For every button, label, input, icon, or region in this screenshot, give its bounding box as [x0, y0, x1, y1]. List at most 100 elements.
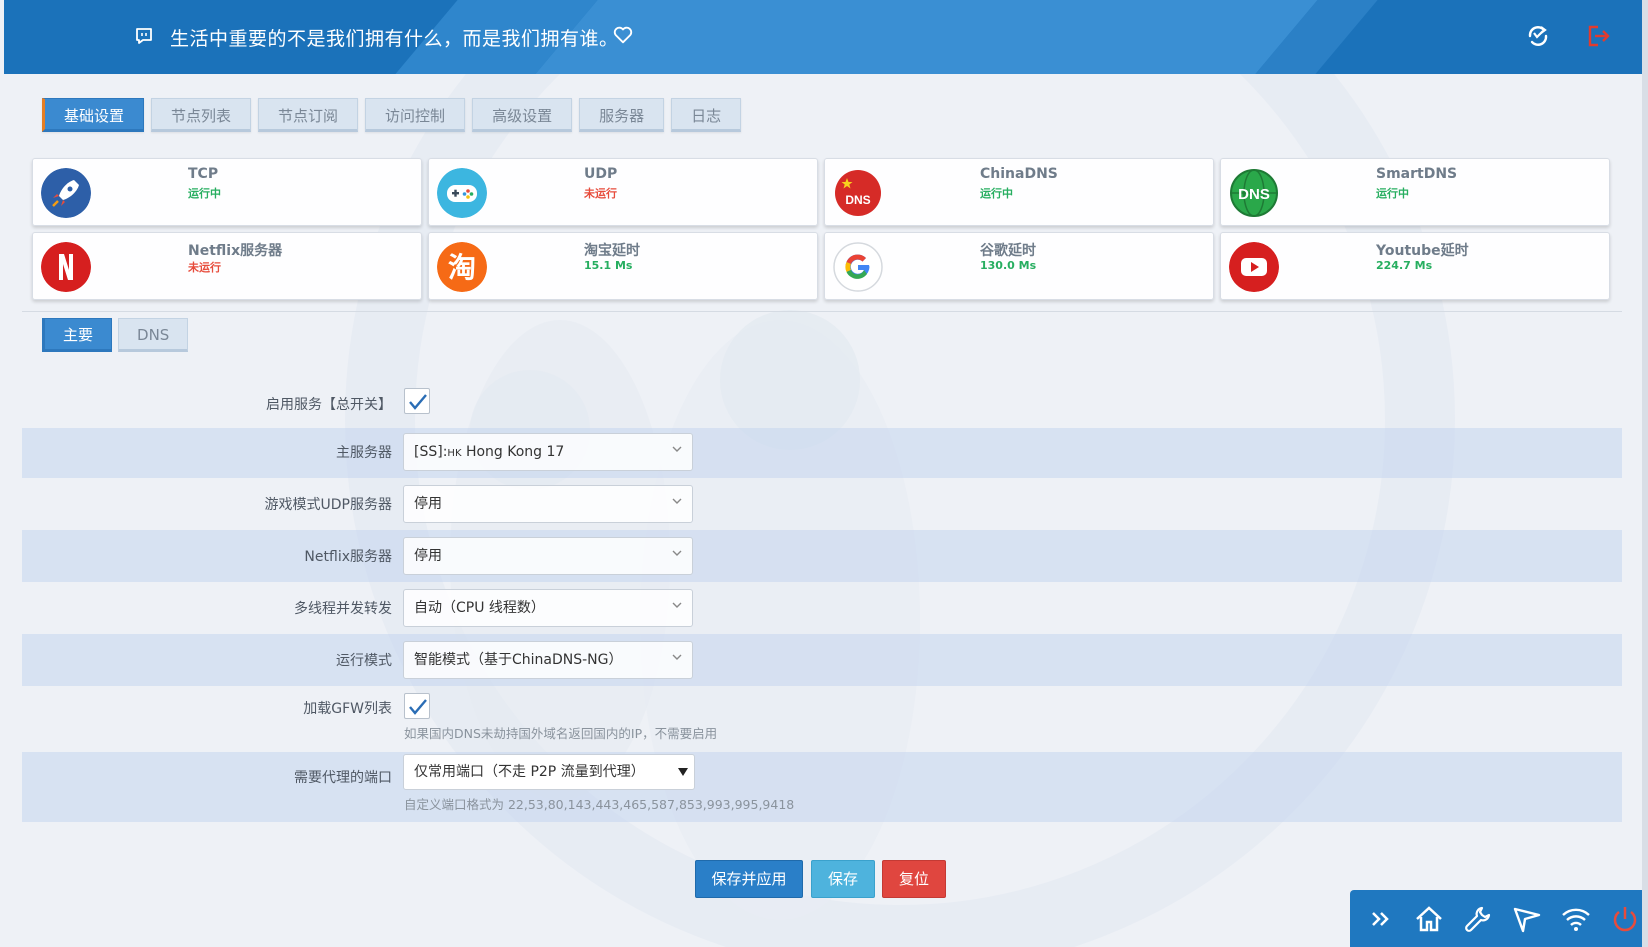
status-card-google: 谷歌延时 130.0 Ms — [824, 232, 1214, 300]
card-status: 224.7 Ms — [1376, 259, 1433, 272]
youtube-icon — [1229, 242, 1279, 292]
reset-button[interactable]: 复位 — [882, 860, 946, 898]
form-row-threads: 多线程并发转发 自动（CPU 线程数） — [22, 582, 1622, 634]
chevron-down-icon — [672, 550, 682, 556]
tab-node-list[interactable]: 节点列表 — [151, 98, 252, 132]
china-dns-icon: DNS — [835, 170, 881, 216]
status-card-smartdns: DNS SmartDNS 运行中 — [1220, 158, 1610, 226]
card-status: 运行中 — [980, 187, 1013, 200]
netflix-icon — [41, 242, 91, 292]
status-cards: TCP 运行中 UDP 未运行 DNS ChinaDNS 运行中 DNS Sma… — [32, 158, 1612, 300]
status-card-tcp: TCP 运行中 — [32, 158, 422, 226]
tab-advanced-settings[interactable]: 高级设置 — [472, 98, 573, 132]
right-scrollbar-strip — [1642, 0, 1648, 947]
threads-select[interactable]: 自动（CPU 线程数） — [403, 589, 693, 627]
form-row-udp-server: 游戏模式UDP服务器 停用 — [22, 478, 1622, 530]
main-server-select[interactable]: [SS]:HK Hong Kong 17 — [403, 433, 693, 471]
chevron-down-icon — [672, 446, 682, 452]
main-server-flag: HK — [447, 448, 462, 459]
google-icon — [833, 242, 883, 292]
subtab-dns[interactable]: DNS — [118, 318, 189, 352]
send-icon[interactable] — [1511, 903, 1543, 935]
ports-select[interactable]: 仅常用端口（不走 P2P 流量到代理） — [403, 754, 695, 790]
netflix-server-select[interactable]: 停用 — [403, 537, 693, 575]
chevron-down-icon — [672, 602, 682, 608]
wrench-icon[interactable] — [1462, 903, 1494, 935]
svg-text:DNS: DNS — [845, 193, 870, 207]
wifi-icon[interactable] — [1560, 903, 1592, 935]
udp-server-value: 停用 — [414, 496, 442, 512]
card-status: 未运行 — [584, 187, 617, 200]
netflix-server-value: 停用 — [414, 548, 442, 564]
ports-value: 仅常用端口（不走 P2P 流量到代理） — [414, 764, 645, 780]
ports-hint: 自定义端口格式为 22,53,80,143,443,465,587,853,99… — [404, 797, 795, 812]
heart-icon — [613, 26, 633, 44]
enable-label: 启用服务【总开关】 — [266, 397, 392, 413]
power-icon[interactable] — [1609, 903, 1641, 935]
form-row-main-server: 主服务器 [SS]:HK Hong Kong 17 — [22, 428, 1622, 478]
checkmark-icon — [409, 699, 427, 715]
save-button[interactable]: 保存 — [811, 860, 875, 898]
card-status: 130.0 Ms — [980, 259, 1037, 272]
netflix-server-label: Netflix服务器 — [304, 549, 392, 565]
card-status: 运行中 — [188, 187, 221, 200]
status-card-youtube: Youtube延时 224.7 Ms — [1220, 232, 1610, 300]
card-title: 谷歌延时 — [980, 243, 1036, 259]
tab-server[interactable]: 服务器 — [579, 98, 665, 132]
run-mode-select[interactable]: 智能模式（基于ChinaDNS-NG） — [403, 641, 693, 679]
main-tabs: 基础设置 节点列表 节点订阅 访问控制 高级设置 服务器 日志 — [42, 98, 742, 132]
chevrons-right-icon[interactable] — [1364, 903, 1396, 935]
top-header: 生活中重要的不是我们拥有什么，而是我们拥有谁。 — [4, 0, 1642, 74]
status-card-taobao: 淘 淘宝延时 15.1 Ms — [428, 232, 818, 300]
home-icon[interactable] — [1413, 903, 1445, 935]
status-card-netflix: Netflix服务器 未运行 — [32, 232, 422, 300]
chevron-down-icon — [672, 654, 682, 660]
chevron-down-icon — [672, 498, 682, 504]
udp-server-label: 游戏模式UDP服务器 — [264, 497, 392, 513]
tab-access-control[interactable]: 访问控制 — [365, 98, 466, 132]
svg-text:DNS: DNS — [1238, 186, 1270, 203]
taobao-icon: 淘 — [437, 242, 487, 292]
form-row-netflix-server: Netflix服务器 停用 — [22, 530, 1622, 582]
threads-label: 多线程并发转发 — [294, 601, 392, 617]
status-card-chinadns: DNS ChinaDNS 运行中 — [824, 158, 1214, 226]
gfw-checkbox[interactable] — [404, 693, 430, 719]
refresh-icon[interactable] — [1524, 22, 1552, 50]
form-row-run-mode: 运行模式 智能模式（基于ChinaDNS-NG） — [22, 634, 1622, 686]
tab-node-subscription[interactable]: 节点订阅 — [258, 98, 359, 132]
save-apply-button[interactable]: 保存并应用 — [695, 860, 803, 898]
card-title: SmartDNS — [1376, 166, 1458, 182]
tab-log[interactable]: 日志 — [671, 98, 742, 132]
form-row-gfw: 加载GFW列表 如果国内DNS未劫持国外域名返回国内的IP，不需要启用 — [22, 686, 1622, 752]
subtab-main[interactable]: 主要 — [42, 318, 113, 352]
gfw-hint: 如果国内DNS未劫持国外域名返回国内的IP，不需要启用 — [404, 726, 718, 741]
main-server-label: 主服务器 — [336, 445, 392, 461]
smart-dns-icon: DNS — [1230, 169, 1278, 217]
card-status: 运行中 — [1376, 187, 1409, 200]
run-mode-label: 运行模式 — [336, 653, 392, 669]
gfw-label: 加载GFW列表 — [303, 701, 392, 717]
main-server-prefix: [SS]: — [414, 444, 448, 460]
card-status: 15.1 Ms — [584, 259, 633, 272]
form-row-enable: 启用服务【总开关】 — [22, 380, 1622, 428]
main-server-value: Hong Kong 17 — [465, 444, 565, 460]
enable-checkbox[interactable] — [404, 388, 430, 414]
header-motto: 生活中重要的不是我们拥有什么，而是我们拥有谁。 — [170, 28, 619, 50]
card-title: UDP — [584, 166, 618, 182]
card-title: Netflix服务器 — [188, 243, 283, 259]
svg-text:淘: 淘 — [448, 251, 476, 284]
logout-icon[interactable] — [1584, 22, 1612, 50]
card-status: 未运行 — [188, 261, 221, 274]
message-icon — [136, 28, 152, 44]
threads-value: 自动（CPU 线程数） — [414, 600, 545, 616]
card-title: 淘宝延时 — [584, 243, 640, 259]
udp-server-select[interactable]: 停用 — [403, 485, 693, 523]
card-title: Youtube延时 — [1376, 243, 1469, 259]
rocket-icon — [41, 168, 91, 218]
section-divider — [22, 311, 1622, 312]
checkmark-icon — [409, 394, 427, 410]
bottom-dock — [1350, 890, 1642, 947]
tab-basic-settings[interactable]: 基础设置 — [42, 98, 145, 132]
card-title: ChinaDNS — [980, 166, 1058, 182]
dropdown-arrow-icon — [678, 768, 688, 776]
